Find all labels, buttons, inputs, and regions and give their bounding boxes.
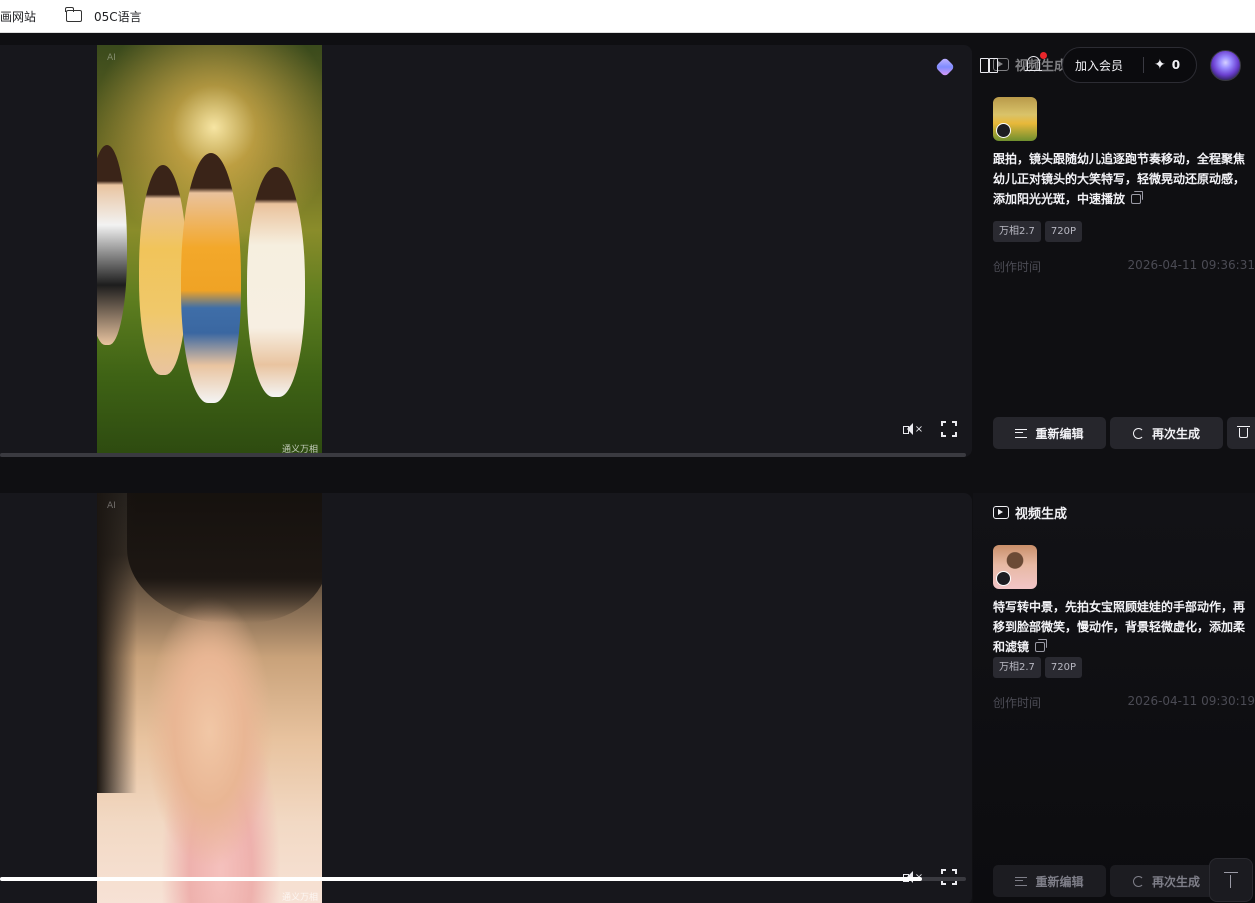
type-row: 视频生成 [993, 503, 1067, 522]
regenerate-label: 再次生成 [1151, 874, 1200, 889]
bookmark-label: 画网站 [0, 9, 37, 24]
video-progress-fill [0, 877, 922, 881]
video-thumbnail[interactable]: AI 通义万相 [97, 45, 322, 457]
video-type-icon [993, 506, 1009, 519]
re-edit-button[interactable]: 重新编辑 [993, 865, 1106, 897]
tag-list: 万相2.7 720P [993, 657, 1083, 678]
delete-button[interactable] [1227, 417, 1255, 449]
image-ref-icon [996, 571, 1011, 586]
prompt-text: 跟拍，镜头跟随幼儿追逐跑节奏移动，全程聚焦幼儿正对镜头的大笑特写，轻微晃动还原动… [993, 149, 1251, 209]
edit-lines-icon [1015, 876, 1028, 886]
re-edit-button[interactable]: 重新编辑 [993, 417, 1106, 449]
regenerate-button[interactable]: 再次生成 [1110, 865, 1223, 897]
reference-image[interactable] [993, 545, 1037, 589]
arrow-up-icon [1224, 872, 1238, 888]
refresh-icon [1132, 427, 1144, 439]
video-player[interactable]: AI 通义万相 × [0, 45, 972, 457]
video-progress-bar[interactable] [0, 877, 966, 881]
notification-dot [1040, 52, 1047, 59]
re-edit-label: 重新编辑 [1035, 426, 1084, 441]
sparkle-icon: ✦ [1154, 57, 1166, 73]
model-tag: 万相2.7 [993, 221, 1041, 242]
prompt-content: 跟拍，镜头跟随幼儿追逐跑节奏移动，全程聚焦幼儿正对镜头的大笑特写，轻微晃动还原动… [993, 152, 1246, 206]
watermark-label: 通义万相 [281, 893, 318, 903]
video-player[interactable]: AI 通义万相 × [0, 493, 972, 903]
membership-pill[interactable]: 加入会员 ✦ 0 [1062, 47, 1197, 83]
resolution-tag: 720P [1044, 221, 1083, 242]
watermark-corner: AI [107, 53, 116, 63]
app-main: AI 通义万相 × 视频生成 跟拍，镜头跟随幼儿追逐跑节奏移动，全程聚焦幼儿正对… [0, 33, 1255, 903]
gem-icon[interactable] [935, 57, 955, 77]
generation-card: AI 通义万相 × 视频生成 特写转中景，先拍女宝照顾娃娃的手部动作，再移到脸部… [0, 493, 1255, 903]
type-label: 视频生成 [1015, 507, 1068, 522]
bookmark-folder[interactable]: 05C语言 [58, 4, 150, 28]
bookmarks-bar: 画网站 05C语言 [0, 0, 1255, 33]
created-time-row: 创作时间 2026-04-11 09:30:19 [993, 694, 1255, 711]
reference-image[interactable] [993, 97, 1037, 141]
regenerate-button[interactable]: 再次生成 [1110, 417, 1223, 449]
resolution-tag: 720P [1044, 657, 1083, 678]
generation-card: AI 通义万相 × 视频生成 跟拍，镜头跟随幼儿追逐跑节奏移动，全程聚焦幼儿正对… [0, 45, 1255, 469]
folder-icon [65, 7, 83, 22]
regenerate-label: 再次生成 [1151, 426, 1200, 441]
book-icon[interactable] [980, 57, 998, 73]
points-value: 0 [1171, 58, 1181, 72]
back-to-top-button[interactable] [1209, 858, 1253, 902]
avatar[interactable] [1210, 50, 1241, 81]
edit-lines-icon [1015, 428, 1028, 438]
image-ref-icon [996, 123, 1011, 138]
copy-icon[interactable] [1131, 191, 1144, 204]
info-panel: 视频生成 特写转中景，先拍女宝照顾娃娃的手部动作，再移到脸部微笑，慢动作，背景轻… [973, 493, 1255, 903]
bookmark-folder-label: 05C语言 [94, 9, 142, 24]
prompt-text: 特写转中景，先拍女宝照顾娃娃的手部动作，再移到脸部微笑，慢动作，背景轻微虚化，添… [993, 597, 1251, 657]
video-progress-bar[interactable] [0, 453, 966, 457]
bookmark-item[interactable]: 画网站 [0, 4, 44, 28]
copy-icon[interactable] [1035, 639, 1048, 652]
bell-icon[interactable] [1025, 52, 1047, 75]
trash-icon [1236, 426, 1250, 438]
prompt-content: 特写转中景，先拍女宝照顾娃娃的手部动作，再移到脸部微笑，慢动作，背景轻微虚化，添… [993, 600, 1246, 654]
mute-icon[interactable]: × [902, 418, 924, 440]
created-time-row: 创作时间 2026-04-11 09:36:31 [993, 258, 1255, 275]
created-time-value: 2026-04-11 09:36:31 [1127, 258, 1255, 272]
fullscreen-icon[interactable] [938, 418, 960, 440]
join-member-button[interactable]: 加入会员 [1063, 57, 1143, 74]
points-display[interactable]: ✦ 0 [1144, 57, 1180, 73]
watermark-corner: AI [107, 501, 116, 511]
created-time-label: 创作时间 [993, 696, 1042, 710]
action-bar: 重新编辑 再次生成 [993, 865, 1223, 897]
created-time-label: 创作时间 [993, 260, 1042, 274]
action-bar: 重新编辑 再次生成 [993, 417, 1255, 449]
created-time-value: 2026-04-11 09:30:19 [1127, 694, 1255, 708]
refresh-icon [1132, 875, 1144, 887]
model-tag: 万相2.7 [993, 657, 1041, 678]
video-thumbnail[interactable]: AI 通义万相 [97, 493, 322, 903]
info-panel: 视频生成 跟拍，镜头跟随幼儿追逐跑节奏移动，全程聚焦幼儿正对镜头的大笑特写，轻微… [973, 45, 1255, 457]
tag-list: 万相2.7 720P [993, 221, 1083, 242]
re-edit-label: 重新编辑 [1035, 874, 1084, 889]
